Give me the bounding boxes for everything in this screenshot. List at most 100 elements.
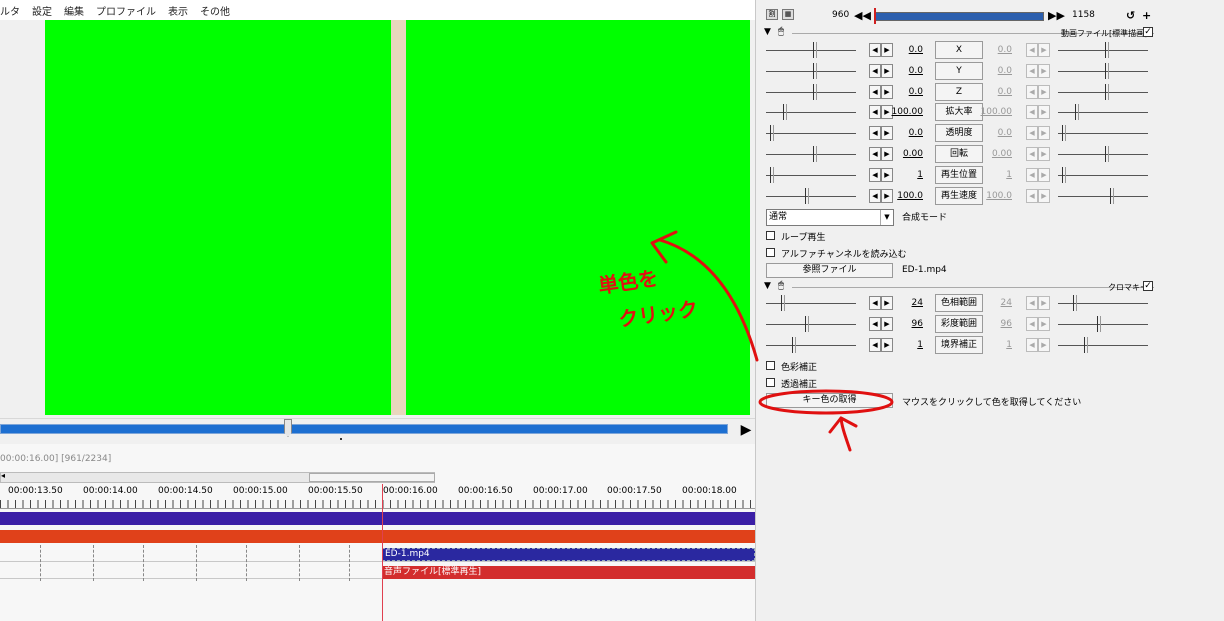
slider-knob[interactable] bbox=[1110, 187, 1114, 204]
step-left-icon[interactable]: ◀ bbox=[869, 188, 881, 203]
seek-track[interactable] bbox=[0, 424, 728, 434]
clip-audio[interactable]: 音声ファイル[標準再生] bbox=[382, 566, 755, 579]
refresh-icon[interactable]: ↺ bbox=[1126, 9, 1135, 22]
step-right-icon[interactable]: ▶ bbox=[1038, 63, 1050, 78]
slider-knob[interactable] bbox=[1105, 62, 1109, 79]
clip-video[interactable]: ED-1.mp4 bbox=[382, 548, 755, 561]
param-slider-right[interactable] bbox=[1058, 42, 1148, 58]
scroll-left-icon[interactable]: ◂ bbox=[1, 471, 5, 480]
step-left-icon[interactable]: ◀ bbox=[1026, 296, 1038, 310]
step-right-icon[interactable]: ▶ bbox=[1038, 316, 1050, 331]
param-slider-right[interactable] bbox=[1058, 295, 1148, 311]
param-slider-right[interactable] bbox=[1058, 62, 1148, 79]
param-value-right[interactable]: 100.00 bbox=[974, 107, 1013, 117]
param-value-right[interactable]: 1 bbox=[974, 170, 1012, 180]
param-stepper-right[interactable]: ◀ ▶ bbox=[1026, 105, 1050, 120]
timeline-layer-2-clip[interactable] bbox=[0, 530, 755, 543]
param-slider-right[interactable] bbox=[1058, 104, 1148, 121]
blend-mode-select[interactable]: 通常 ▼ bbox=[766, 209, 894, 226]
step-right-icon[interactable]: ▶ bbox=[1038, 105, 1050, 120]
slider-knob[interactable] bbox=[1062, 166, 1066, 183]
param-slider-left[interactable] bbox=[766, 295, 856, 311]
slider-knob[interactable] bbox=[1084, 336, 1088, 353]
param-slider-right[interactable] bbox=[1058, 166, 1148, 183]
step-right-icon[interactable]: ▶ bbox=[1038, 147, 1050, 161]
grid-icon[interactable]: ▦ bbox=[782, 9, 794, 20]
param-value-left[interactable]: 0.0 bbox=[885, 87, 923, 97]
ref-file-button[interactable]: 参照ファイル bbox=[766, 263, 893, 278]
param-value-left[interactable]: 1 bbox=[885, 170, 923, 180]
param-value-right[interactable]: 96 bbox=[974, 319, 1012, 329]
slider-knob[interactable] bbox=[1105, 146, 1109, 162]
param-slider-left[interactable] bbox=[766, 315, 856, 332]
param-stepper-right[interactable]: ◀ ▶ bbox=[1026, 126, 1050, 141]
param-value-left[interactable]: 100.00 bbox=[885, 107, 924, 117]
step-left-icon[interactable]: ◀ bbox=[869, 296, 881, 310]
slider-knob[interactable] bbox=[1097, 315, 1101, 332]
timeline-scroll-thumb[interactable] bbox=[309, 473, 435, 482]
timeline-scrollbar[interactable]: ◂ bbox=[0, 471, 435, 483]
step-left-icon[interactable]: ◀ bbox=[1026, 147, 1038, 161]
slider-knob[interactable] bbox=[1105, 42, 1109, 58]
slider-knob[interactable] bbox=[805, 315, 809, 332]
slider-knob[interactable] bbox=[792, 336, 796, 353]
collapse-icon[interactable]: ▼ bbox=[764, 27, 771, 37]
timeline-ruler[interactable]: 00:00:13.50 00:00:14.00 00:00:14.50 00:0… bbox=[0, 484, 755, 509]
split-icon[interactable]: 割 bbox=[766, 9, 778, 20]
step-left-icon[interactable]: ◀ bbox=[1026, 63, 1038, 78]
checkbox-box[interactable] bbox=[766, 361, 775, 370]
menu-other[interactable]: その他 bbox=[200, 3, 230, 18]
step-left-icon[interactable]: ◀ bbox=[869, 43, 881, 57]
playhead[interactable] bbox=[382, 484, 383, 621]
slider-knob[interactable] bbox=[805, 187, 809, 204]
step-left-icon[interactable]: ◀ bbox=[869, 126, 881, 141]
menu-view[interactable]: 表示 bbox=[168, 3, 188, 18]
param-stepper-right[interactable]: ◀ ▶ bbox=[1026, 147, 1050, 161]
step-left-icon[interactable]: ◀ bbox=[869, 337, 881, 352]
slider-knob[interactable] bbox=[783, 104, 787, 121]
param-slider-left[interactable] bbox=[766, 166, 856, 183]
menu-filter[interactable]: ルタ bbox=[0, 3, 20, 18]
seek-thumb[interactable] bbox=[284, 419, 292, 437]
video-preview[interactable] bbox=[45, 20, 750, 415]
slider-knob[interactable] bbox=[813, 146, 817, 162]
key-color-button[interactable]: キー色の取得 bbox=[766, 393, 893, 408]
param-value-left[interactable]: 100.0 bbox=[885, 191, 923, 201]
param-stepper-right[interactable]: ◀ ▶ bbox=[1026, 188, 1050, 203]
param-slider-left[interactable] bbox=[766, 336, 856, 353]
slider-knob[interactable] bbox=[1075, 104, 1079, 121]
slider-knob[interactable] bbox=[813, 62, 817, 79]
param-slider-right[interactable] bbox=[1058, 187, 1148, 204]
param-slider-left[interactable] bbox=[766, 146, 856, 162]
param-value-right[interactable]: 0.0 bbox=[974, 128, 1012, 138]
param-value-right[interactable]: 1 bbox=[974, 340, 1012, 350]
step-left-icon[interactable]: ◀ bbox=[1026, 43, 1038, 57]
step-left-icon[interactable]: ◀ bbox=[869, 316, 881, 331]
step-right-icon[interactable]: ▶ bbox=[1038, 167, 1050, 182]
param-slider-right[interactable] bbox=[1058, 125, 1148, 142]
step-left-icon[interactable]: ◀ bbox=[869, 63, 881, 78]
timeline-layer-1-clip[interactable] bbox=[0, 512, 755, 525]
step-right-icon[interactable]: ▶ bbox=[1038, 126, 1050, 141]
step-right-icon[interactable]: ▶ bbox=[1038, 296, 1050, 310]
step-right-icon[interactable]: ▶ bbox=[1038, 43, 1050, 57]
slider-knob[interactable] bbox=[770, 125, 774, 142]
param-value-left[interactable]: 96 bbox=[885, 319, 923, 329]
param-value-right[interactable]: 0.0 bbox=[974, 66, 1012, 76]
param-stepper-right[interactable]: ◀ ▶ bbox=[1026, 296, 1050, 310]
step-left-icon[interactable]: ◀ bbox=[1026, 84, 1038, 99]
param-stepper-right[interactable]: ◀ ▶ bbox=[1026, 84, 1050, 99]
collapse-icon[interactable]: ▼ bbox=[764, 281, 771, 291]
slider-knob[interactable] bbox=[1073, 295, 1077, 311]
param-stepper-right[interactable]: ◀ ▶ bbox=[1026, 316, 1050, 331]
step-left-icon[interactable]: ◀ bbox=[869, 147, 881, 161]
step-left-icon[interactable]: ◀ bbox=[1026, 188, 1038, 203]
step-left-icon[interactable]: ◀ bbox=[1026, 316, 1038, 331]
play-icon[interactable]: ▶ bbox=[737, 421, 755, 439]
section-video-enabled-checkbox[interactable]: ✓ bbox=[1143, 27, 1153, 37]
param-value-left[interactable]: 0.0 bbox=[885, 128, 923, 138]
step-left-icon[interactable]: ◀ bbox=[1026, 105, 1038, 120]
step-left-icon[interactable]: ◀ bbox=[1026, 337, 1038, 352]
prev-frame-icon[interactable]: ◀◀ bbox=[854, 9, 871, 22]
param-value-left[interactable]: 1 bbox=[885, 340, 923, 350]
